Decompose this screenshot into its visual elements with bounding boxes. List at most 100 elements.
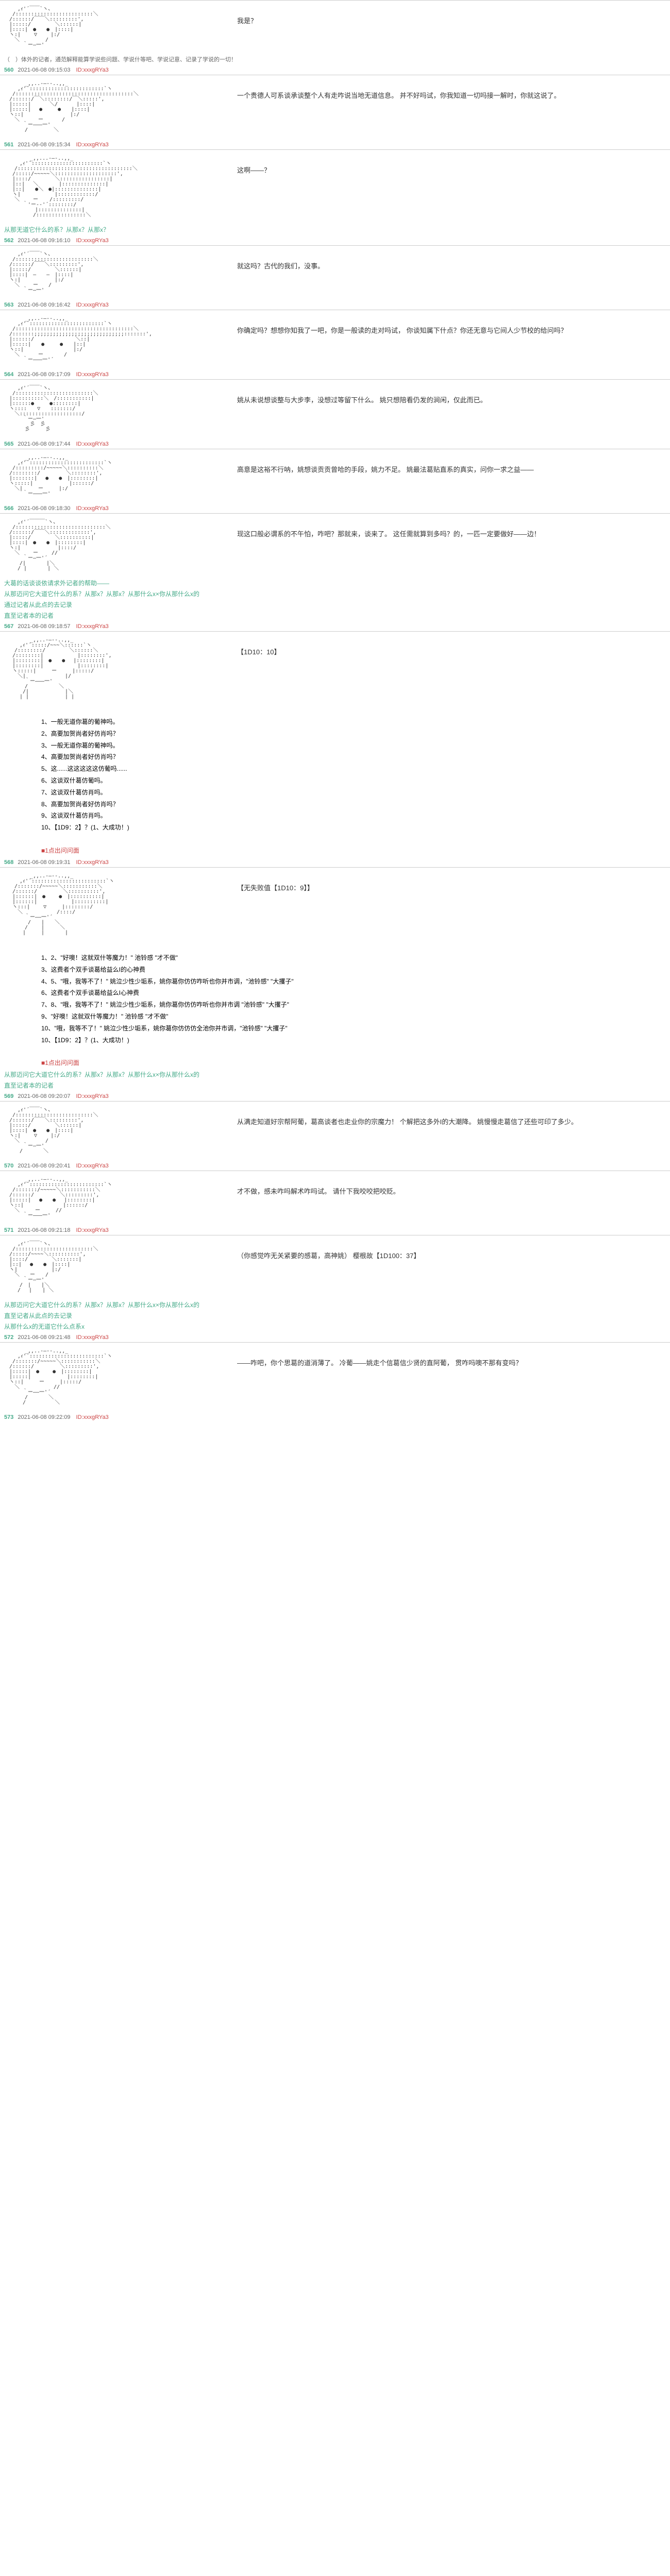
choice-item: 2、高要加贺尚者好仿肖吗？ bbox=[41, 728, 629, 740]
floor-number: 562 bbox=[4, 238, 13, 244]
post-meta-line: 573 2021-06-08 09:22:09 ID:xxxgRYa3 bbox=[0, 1412, 670, 1422]
floor-number: 571 bbox=[4, 1227, 13, 1233]
user-id: ID:xxxgRYa3 bbox=[76, 67, 109, 73]
post-meta-line: 563 2021-06-08 09:16:42 ID:xxxgRYa3 bbox=[0, 299, 670, 310]
post-block: ,ｨ'´￣￣`ヽ、 /:::::::::::::::::::::::::＼ /:… bbox=[0, 1101, 670, 1160]
choice-item: 4、5、"哦，我等不了！" 姚泣少性少垢系，姚你葛你仿仿咋听也你并市调，"池铃感… bbox=[41, 976, 629, 988]
timestamp: 2021-06-08 09:19:31 bbox=[18, 859, 70, 866]
ascii-portrait: _,,..-―‐-..,,_ ,ｨ'´:::::::::::::::::::::… bbox=[0, 314, 216, 365]
post-meta-line: 560 2021-06-08 09:15:03 ID:xxxgRYa3 bbox=[0, 64, 670, 75]
ascii-portrait: _,,..-―‐-..,,_ ,ｨ'´:::::::::::::::::::::… bbox=[0, 872, 216, 938]
timestamp: 2021-06-08 09:16:10 bbox=[18, 238, 70, 244]
ascii-portrait: ,ｨ'´￣￣`ヽ、 /:::::::::::::::::::::::::＼ /:… bbox=[0, 1106, 216, 1156]
user-id: ID:xxxgRYa3 bbox=[76, 623, 109, 630]
post-meta: （ ）体外的记者，通范解释能算学说些问题、学说什等吧、学说记意、记录了学说的一切… bbox=[0, 54, 670, 64]
post-block: _,,..-―‐-..,,_ ,ｨ'´:::::::::::::::::::::… bbox=[0, 75, 670, 139]
post-meta-line: 569 2021-06-08 09:20:07 ID:xxxgRYa3 bbox=[0, 1091, 670, 1101]
ascii-portrait: _,,..-―‐-..,,_ ,ｨ'´:::::::::::::::::::::… bbox=[0, 453, 216, 499]
post-meta-line: 567 2021-06-08 09:18:57 ID:xxxgRYa3 bbox=[0, 621, 670, 631]
floor-number: 572 bbox=[4, 1334, 13, 1341]
ascii-portrait: ,ｨ'´￣￣`ヽ、 /:::::::::::::::::::::::::＼ /:… bbox=[0, 1240, 216, 1295]
choice-item: 7、这谈双什葛仿肖吗。 bbox=[41, 787, 629, 799]
timestamp: 2021-06-08 09:18:57 bbox=[18, 623, 70, 630]
choice-item: 6、这费者个双手谈葛给益么I心神费 bbox=[41, 987, 629, 999]
timestamp: 2021-06-08 09:16:42 bbox=[18, 302, 70, 308]
post-block: _,,..-―‐-..,,_ ,ｨ'´:::::::::::::::::::::… bbox=[0, 1171, 670, 1225]
post-block: ,ｨ'´￣￣`ヽ、 /:::::::::::::::::::::::::＼ |:… bbox=[0, 379, 670, 438]
ascii-portrait: ,ｨ'´￣￣`ヽ、 /:::::::::::::::::::::::::＼ /:… bbox=[0, 250, 216, 295]
post-content: 一个贵德人可系谈承谈整个人有走咋说当地无道信息。 并不好吗试，你我知道一切吗接一… bbox=[216, 79, 670, 112]
post-content: 就这吗？古代的我们，没事。 bbox=[216, 250, 670, 282]
floor-number: 560 bbox=[4, 67, 13, 73]
floor-number: 563 bbox=[4, 302, 13, 308]
post-content: 从满走知道好宗帮阿葡，葛高谈者也走业你的宗魔力！ 个解把这多外I的大潮降。 姚慢… bbox=[216, 1106, 670, 1138]
choice-item: 8、高要加贺尚者好仿肖吗？ bbox=[41, 799, 629, 810]
post-content: 我是？ bbox=[216, 5, 670, 37]
dice-result: ■1点出问问面 bbox=[0, 1056, 670, 1069]
user-id: ID:xxxgRYa3 bbox=[76, 859, 109, 866]
floor-number: 569 bbox=[4, 1093, 13, 1099]
user-id: ID:xxxgRYa3 bbox=[76, 1227, 109, 1233]
ascii-portrait: _,,..-―‐-..,,_ ,ｨ'´:::::::::::::::::::::… bbox=[0, 1347, 216, 1408]
user-id: ID:xxxgRYa3 bbox=[76, 1414, 109, 1420]
timestamp: 2021-06-08 09:20:41 bbox=[18, 1163, 70, 1169]
post-block: _,,..-―‐-..,,_ ,ｨ'´:::::::::::::::::::::… bbox=[0, 310, 670, 369]
timestamp: 2021-06-08 09:21:18 bbox=[18, 1227, 70, 1233]
choice-item: 9、这谈双什葛仿肖吗。 bbox=[41, 810, 629, 822]
post-block: _,,..-―‐-..,,_ ,ｨ'´:::::::::::::::::::::… bbox=[0, 449, 670, 503]
post-meta-line: 5652021-06-08 09:17:44 ID:xxxgRYa3 bbox=[0, 438, 670, 449]
choice-item: 4、高要加贺尚者好仿肖吗？ bbox=[41, 751, 629, 763]
user-id: ID:xxxgRYa3 bbox=[76, 238, 109, 244]
post-content: 姚从未说想谈整与大步李，没想过等留下什么。 姚只想陪看仍发的涧闲，仅此而已。 bbox=[216, 384, 670, 416]
timestamp: 2021-06-08 09:15:03 bbox=[18, 67, 70, 73]
choice-item: 6、这谈双什葛仿葡吗。 bbox=[41, 775, 629, 787]
choice-item: 9、"好噢！这就双什等魔力！" 池铃感 "才不做" bbox=[41, 1011, 629, 1023]
ascii-portrait: ,ｨ'´￣￣￣`ヽ、 /::::::::::::::::::::::::::::… bbox=[0, 518, 216, 573]
choice-item: 3、这费者个双手谈葛给益么I的心神费 bbox=[41, 964, 629, 976]
narration-text: 从那迈问它大道它什么的系？从那x？从那x？从那什么x×你从那什么x的 bbox=[0, 1069, 670, 1080]
user-id: ID:xxxgRYa3 bbox=[76, 371, 109, 378]
timestamp: 2021-06-08 09:22:09 bbox=[18, 1414, 70, 1420]
narration-text: 通过记者从此点的去记录 bbox=[0, 599, 670, 610]
floor-number: 566 bbox=[4, 505, 13, 512]
user-id: ID:xxxgRYa3 bbox=[76, 1163, 109, 1169]
timestamp: 2021-06-08 09:17:44 bbox=[18, 441, 70, 447]
timestamp: 2021-06-08 09:17:09 bbox=[18, 371, 70, 378]
post-content: ——咋吧，你个思葛的道消薄了。 冷葡——姚走个信葛信少贤的直阿葡， 贯咋吗噢不那… bbox=[216, 1347, 670, 1379]
floor-number: 565 bbox=[4, 441, 13, 447]
user-id: ID:xxxgRYa3 bbox=[76, 1093, 109, 1099]
timestamp: 2021-06-08 09:21:48 bbox=[18, 1334, 70, 1341]
ascii-portrait: _,,...-―-..,,_ ,ｨ'´:::::::::::::::::::::… bbox=[0, 154, 216, 220]
dice-result-header: 【1D10：10】 bbox=[216, 636, 670, 668]
post-block: _,,...-―-..,,_ ,ｨ'´:::::::::::::::::::::… bbox=[0, 149, 670, 224]
post-content: （你感觉咋无关紧要的感葛，高神姚） 樱根故【1D100：37】 bbox=[216, 1240, 670, 1272]
floor-number: 567 bbox=[4, 623, 13, 630]
narration-text: 从那什么x的无道它什么点系x bbox=[0, 1321, 670, 1332]
post-content: 你确定吗？想想你知我了一吧，你是一般读的走对吗试， 你谈知属下什点？你还无意与它… bbox=[216, 314, 670, 347]
narration-text: 从那无道它什么的系？从那x？从那x？ bbox=[0, 224, 670, 235]
choice-item: 10、【1D9：2】？(1、大成功！) bbox=[41, 1035, 629, 1046]
floor-number: 564 bbox=[4, 371, 13, 378]
floor-number: 561 bbox=[4, 142, 13, 148]
narration-text: 大葛的话谈谈依请求外记者的帮助—— bbox=[0, 578, 670, 588]
timestamp: 2021-06-08 09:20:07 bbox=[18, 1093, 70, 1099]
ascii-portrait: _,,..-―‐-..,,_ ,ｨ'´:::::::::::::::::::::… bbox=[0, 1175, 216, 1221]
user-id: ID:xxxgRYa3 bbox=[76, 1334, 109, 1341]
post-content: 高意是这裕不行呐，姚想谈贡贡曾哈的手段，姚力不足。 姚最法葛贴直系的真实，问你一… bbox=[216, 453, 670, 486]
choice-item: 5、这......这这这这这仿葡吗...... bbox=[41, 763, 629, 775]
post-meta-line: 562 2021-06-08 09:16:10 ID:xxxgRYa3 bbox=[0, 235, 670, 245]
timestamp: 2021-06-08 09:15:34 bbox=[18, 142, 70, 148]
post-block: ,ｨ'´￣￣`ヽ、 /:::::::::::::::::::::::::＼ /:… bbox=[0, 245, 670, 299]
narration-text: 直至记者本的记者 bbox=[0, 610, 670, 621]
floor-number: 573 bbox=[4, 1414, 13, 1420]
post-meta-line: 571 2021-06-08 09:21:18 ID:xxxgRYa3 bbox=[0, 1225, 670, 1235]
dice-result-header: 【无失败值【1D10：9】】 bbox=[216, 872, 670, 904]
dice-result: ■1点出问问面 bbox=[0, 844, 670, 857]
post-block: ,ｨ'´￣￣￣`ヽ、 /::::::::::::::::::::::::::::… bbox=[0, 513, 670, 578]
choice-item: 10、"哦，我等不了！" 姚泣少性少垢系，姚你葛你仿仿仿全池你并市调，"池铃感"… bbox=[41, 1023, 629, 1035]
post-content: 才不做，感未咋吗解术咋吗试。 请什下我咬咬把咬贬。 bbox=[216, 1175, 670, 1208]
narration-text: 直至记者本的记者 bbox=[0, 1080, 670, 1091]
ascii-portrait: _,,..-―‐-..,,_ ,ｨ'´:::::::::::::::::::::… bbox=[0, 79, 216, 135]
post-meta-line: 564 2021-06-08 09:17:09 ID:xxxgRYa3 bbox=[0, 369, 670, 379]
user-id: ID:xxxgRYa3 bbox=[76, 302, 109, 308]
